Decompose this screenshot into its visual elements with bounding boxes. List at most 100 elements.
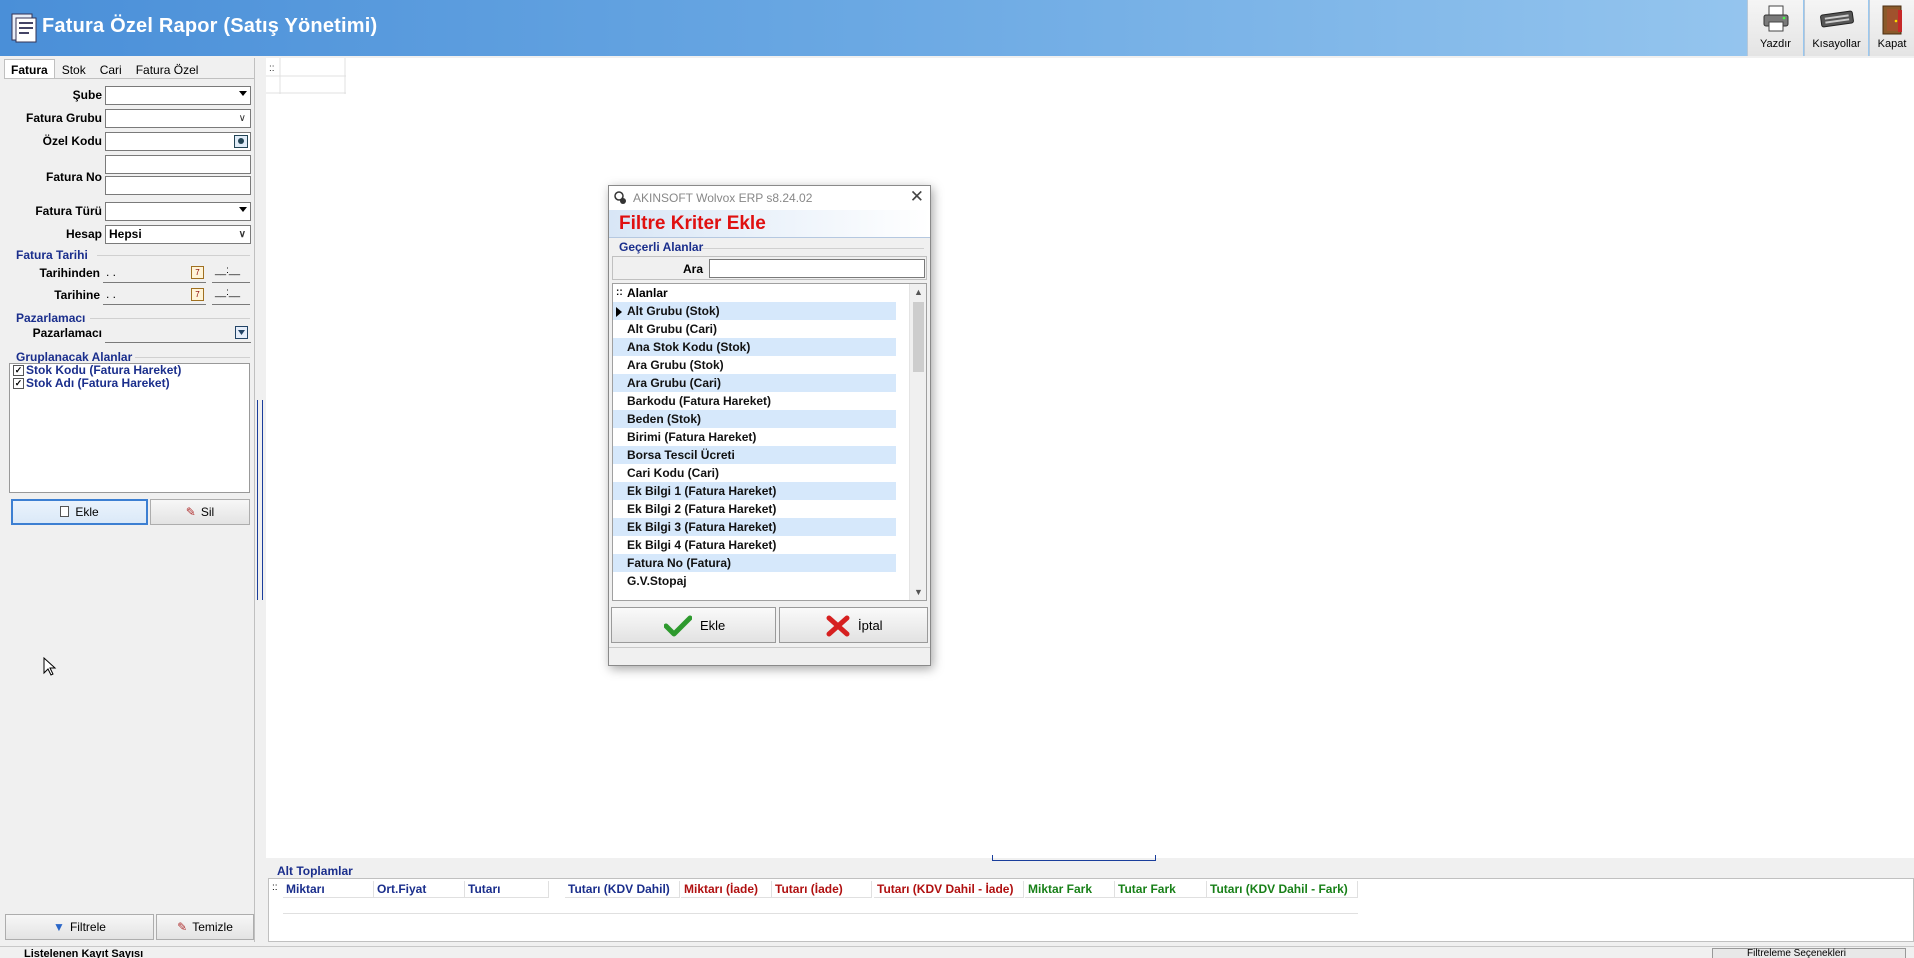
checkbox-checked-icon[interactable]: ✓ (13, 365, 24, 376)
fatura-grubu-label: Fatura Grubu (25, 111, 102, 125)
new-document-icon (60, 506, 70, 517)
tarihinden-input[interactable]: . . 7 (103, 264, 206, 283)
status-bar: Listelenen Kayıt Sayısı Filtreleme Seçen… (0, 946, 1914, 958)
list-item-label: Barkodu (Fatura Hareket) (627, 394, 772, 408)
close-window-button[interactable]: Kapat (1869, 0, 1914, 56)
list-item-label: Ara Grubu (Cari) (627, 376, 722, 390)
list-item-label: Ek Bilgi 4 (Fatura Hareket) (627, 538, 777, 552)
totals-col-miktari-iade[interactable]: Miktarı (İade) (681, 881, 772, 898)
filter-button[interactable]: ▼ Filtrele (5, 914, 154, 940)
list-item[interactable]: Beden (Stok) (613, 410, 896, 428)
totals-col-tutari-kdv-fark[interactable]: Tutarı (KDV Dahil - Fark) (1207, 881, 1358, 898)
search-input[interactable] (709, 259, 925, 278)
list-item[interactable]: Ek Bilgi 3 (Fatura Hareket) (613, 518, 896, 536)
fields-list-header[interactable]: :: Alanlar (613, 284, 896, 302)
chevron-up-icon[interactable]: ▲ (914, 287, 923, 297)
window-title: Fatura Özel Rapor (Satış Yönetimi) (42, 15, 378, 37)
totals-col-miktari[interactable]: Miktarı (283, 881, 374, 898)
tarihinden-value: . . (106, 265, 117, 279)
totals-col-tutar-fark[interactable]: Tutar Fark (1115, 881, 1207, 898)
fatura-no-end-input[interactable] (105, 176, 251, 195)
dialog-cancel-button[interactable]: İptal (779, 607, 928, 643)
sube-label: Şube (72, 88, 102, 102)
bottom-splitter[interactable] (992, 855, 1156, 861)
list-item[interactable]: Ana Stok Kodu (Stok) (613, 338, 896, 356)
dropdown-arrow-icon (239, 91, 247, 96)
list-item[interactable]: Ek Bilgi 2 (Fatura Hareket) (613, 500, 896, 518)
add-grouping-label: Ekle (75, 505, 99, 519)
vertical-scrollbar[interactable]: ▲ ▼ (909, 284, 926, 600)
shortcuts-button[interactable]: Kısayollar (1804, 0, 1868, 56)
list-item-label: G.V.Stopaj (627, 574, 687, 588)
dialog-add-button[interactable]: Ekle (611, 607, 776, 643)
list-item-label: Ara Grubu (Stok) (627, 358, 724, 372)
gruplanacak-group-title: Gruplanacak Alanlar (16, 350, 133, 364)
clear-button[interactable]: ✎ Temizle (156, 914, 254, 940)
hesap-select[interactable]: Hepsi ∨ (105, 225, 251, 244)
group-divider (97, 255, 250, 256)
totals-col-ort-fiyat[interactable]: Ort.Fiyat (374, 881, 465, 898)
ozel-kodu-input[interactable] (105, 132, 251, 151)
chevron-down-icon[interactable]: ▼ (914, 587, 923, 597)
list-item[interactable]: Borsa Tescil Ücreti (613, 446, 896, 464)
totals-col-tutari[interactable]: Tutarı (465, 881, 549, 898)
fatura-grubu-select[interactable]: ∨ (105, 109, 251, 128)
tab-cari[interactable]: Cari (93, 59, 129, 79)
list-item[interactable]: Birimi (Fatura Hareket) (613, 428, 896, 446)
list-item-label: Beden (Stok) (627, 412, 702, 426)
checkbox-checked-icon[interactable]: ✓ (13, 378, 24, 389)
dialog-cancel-label: İptal (858, 618, 883, 633)
list-item[interactable]: Fatura No (Fatura) (613, 554, 896, 572)
totals-row (283, 898, 1358, 914)
list-item[interactable]: Alt Grubu (Cari) (613, 320, 896, 338)
print-label: Yazdır (1760, 38, 1791, 50)
list-item[interactable]: Ek Bilgi 1 (Fatura Hareket) (613, 482, 896, 500)
list-item[interactable]: G.V.Stopaj (613, 572, 896, 590)
title-bar: Fatura Özel Rapor (Satış Yönetimi) Yazdı… (0, 0, 1914, 56)
list-item-label: Alt Grubu (Stok) (627, 304, 720, 318)
totals-col-miktar-fark[interactable]: Miktar Fark (1025, 881, 1115, 898)
pazarlamaci-label: Pazarlamacı (32, 326, 102, 340)
list-item[interactable]: Barkodu (Fatura Hareket) (613, 392, 896, 410)
dialog-add-label: Ekle (700, 618, 726, 633)
fatura-turu-select[interactable] (105, 202, 251, 221)
fatura-no-start-input[interactable] (105, 155, 251, 174)
totals-col-tutari-kdv-iade[interactable]: Tutarı (KDV Dahil - İade) (874, 881, 1024, 898)
list-item[interactable]: Ara Grubu (Stok) (613, 356, 896, 374)
grid-indicator: :: (616, 287, 623, 298)
list-item-label: Fatura No (Fatura) (627, 556, 732, 570)
lookup-icon[interactable] (235, 326, 248, 339)
list-item[interactable]: Ek Bilgi 4 (Fatura Hareket) (613, 536, 896, 554)
delete-grouping-label: Sil (200, 505, 215, 519)
fatura-turu-label: Fatura Türü (35, 204, 102, 218)
sube-select[interactable] (105, 86, 251, 105)
dialog-window-title: AKINSOFT Wolvox ERP s8.24.02 (633, 191, 813, 205)
grouping-item-label: Stok Adı (Fatura Hareket) (26, 376, 170, 390)
list-item[interactable]: Ara Grubu (Cari) (613, 374, 896, 392)
svg-text:::: :: (269, 63, 275, 74)
totals-col-tutari-kdv[interactable]: Tutarı (KDV Dahil) (565, 881, 680, 898)
panel-splitter[interactable] (257, 400, 263, 600)
tarihinden-time-input[interactable]: __:__ (212, 264, 250, 283)
list-item[interactable]: Cari Kodu (Cari) (613, 464, 896, 482)
tab-stok[interactable]: Stok (55, 59, 93, 79)
tab-fatura-ozel[interactable]: Fatura Özel (129, 59, 206, 79)
calendar-icon[interactable]: 7 (191, 266, 204, 279)
print-button[interactable]: Yazdır (1747, 0, 1803, 56)
tab-fatura[interactable]: Fatura (4, 59, 55, 79)
lookup-icon[interactable] (234, 135, 248, 148)
filter-options-button[interactable]: Filtreleme Seçenekleri (1712, 948, 1906, 958)
list-item[interactable]: Alt Grubu (Stok) (613, 302, 896, 320)
grouping-item-stok-adi[interactable]: ✓ Stok Adı (Fatura Hareket) (10, 377, 249, 390)
pazarlamaci-input[interactable] (105, 324, 251, 343)
calendar-icon[interactable]: 7 (191, 288, 204, 301)
add-grouping-button[interactable]: Ekle (11, 499, 148, 525)
ozel-kodu-label: Özel Kodu (42, 134, 102, 148)
delete-grouping-button[interactable]: ✎ Sil (150, 499, 250, 525)
funnel-icon: ▼ (53, 920, 65, 934)
close-icon[interactable]: ✕ (910, 187, 924, 207)
scrollbar-thumb[interactable] (913, 302, 924, 372)
tarihine-input[interactable]: . . 7 (103, 286, 206, 305)
tarihine-time-input[interactable]: __:__ (212, 286, 250, 305)
totals-col-tutari-iade[interactable]: Tutarı (İade) (772, 881, 872, 898)
